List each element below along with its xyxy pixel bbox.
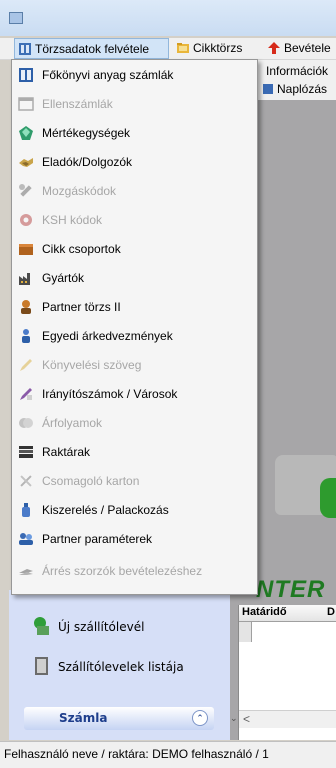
horizontal-scrollbar[interactable]: < bbox=[239, 710, 336, 728]
menu-item-kiszereles-palackozas[interactable]: Kiszerelés / Palackozás bbox=[12, 497, 257, 523]
status-text: Felhasználó neve / raktára: DEMO felhasz… bbox=[4, 747, 269, 761]
brand-logo-text: NTER bbox=[256, 576, 326, 602]
new-document-icon bbox=[34, 617, 49, 635]
nav-item-uj-szallitolevel[interactable]: Új szállítólevél bbox=[33, 612, 223, 642]
tools-icon bbox=[20, 475, 32, 487]
menu-item-mozgaskodok[interactable]: Mozgáskódok bbox=[12, 178, 257, 204]
status-bar: Felhasználó neve / raktára: DEMO felhasz… bbox=[0, 741, 336, 768]
pen-icon bbox=[20, 359, 32, 371]
menu-item-partner-parameterek[interactable]: Partner paraméterek bbox=[12, 526, 257, 552]
menu-item-fokonyvi-anyag-szamlak[interactable]: Főkönyvi anyag számlák bbox=[12, 62, 257, 88]
menu-item-label: Kiszerelés / Palackozás bbox=[42, 503, 169, 517]
person-icon bbox=[21, 300, 31, 314]
log-icon bbox=[263, 84, 273, 94]
menu-item-label: Gyártók bbox=[42, 271, 85, 285]
menu-item-label: Eladók/Dolgozók bbox=[42, 155, 133, 169]
column-header-d[interactable]: D bbox=[327, 606, 335, 618]
menu-item-label: Cikk csoportok bbox=[42, 242, 121, 256]
menu-label: Információk bbox=[266, 64, 329, 78]
menubar: Törzsadatok felvétele Cikktörzs Bevétele bbox=[0, 38, 336, 60]
menu-item-ellenszamlak[interactable]: Ellenszámlák bbox=[12, 91, 257, 117]
bottle-icon bbox=[22, 503, 30, 517]
menu-item-label: Mértékegységek bbox=[42, 126, 131, 140]
folder-icon bbox=[177, 43, 189, 53]
menu-item-label: Árrés szorzók bevételezéshez bbox=[42, 564, 203, 578]
gear-icon bbox=[20, 214, 32, 226]
menu-item-label: KSH kódok bbox=[42, 213, 103, 227]
nav-item-szallitolevelek-listaja[interactable]: Szállítólevelek listája bbox=[33, 652, 223, 682]
menu-item-arres-szorzok[interactable]: Árrés szorzók bevételezéshez bbox=[12, 558, 257, 584]
menu-label: Törzsadatok felvétele bbox=[35, 42, 150, 56]
window-icon bbox=[18, 97, 34, 111]
factory-icon bbox=[19, 273, 30, 285]
book-icon bbox=[19, 43, 31, 55]
menu-item-label: Főkönyvi anyag számlák bbox=[42, 68, 174, 82]
red-arrow-icon bbox=[268, 42, 280, 54]
menu-item-label: Mozgáskódok bbox=[42, 184, 117, 198]
menu-item-raktarak[interactable]: Raktárak bbox=[12, 439, 257, 465]
collapse-up-icon[interactable]: ⌃ bbox=[192, 710, 208, 726]
menu-bevetele[interactable]: Bevétele bbox=[264, 38, 336, 59]
nav-item-label: Szállítólevelek listája bbox=[58, 660, 184, 674]
people-icon bbox=[22, 329, 30, 343]
menu-item-label: Egyedi árkedvezmények bbox=[42, 329, 173, 343]
menu-item-label: Csomagoló karton bbox=[42, 474, 140, 488]
document-list-icon bbox=[35, 657, 48, 675]
puzzle-logo-piece-green bbox=[320, 478, 336, 518]
handshake-icon bbox=[19, 158, 33, 167]
box-icon bbox=[19, 244, 33, 255]
nav-item-label: Új szállítólevél bbox=[58, 620, 145, 634]
coins-icon bbox=[19, 418, 33, 428]
menu-item-label: Könyvelési szöveg bbox=[42, 358, 142, 372]
menu-item-arfolyamok[interactable]: Árfolyamok bbox=[12, 410, 257, 436]
wrench-icon bbox=[19, 184, 32, 197]
menu-item-cikk-csoportok[interactable]: Cikk csoportok bbox=[12, 236, 257, 262]
menu-item-label: Partner törzs II bbox=[42, 300, 121, 314]
left-nav-panel: Új szállítólevél Szállítólevelek listája… bbox=[9, 590, 230, 740]
secondary-toolbar: Információk Naplózás bbox=[255, 60, 336, 100]
menu-informaciok[interactable]: Információk bbox=[266, 64, 328, 78]
menu-item-eladok-dolgozok[interactable]: Eladók/Dolgozók bbox=[12, 149, 257, 175]
menu-item-partner-torzs-ii[interactable]: Partner törzs II bbox=[12, 294, 257, 320]
dropdown-torzsadatok: Főkönyvi anyag számlák Ellenszámlák Mért… bbox=[11, 59, 258, 595]
grid-header: Határidő D bbox=[239, 605, 336, 622]
window-titlebar bbox=[0, 0, 336, 36]
menu-item-label: Raktárak bbox=[42, 445, 91, 459]
menu-cikktorzs[interactable]: Cikktörzs bbox=[173, 38, 253, 59]
partners-icon bbox=[19, 533, 33, 545]
menu-naplozas[interactable]: Naplózás bbox=[263, 82, 328, 96]
menu-label: Naplózás bbox=[277, 82, 328, 96]
scroll-down-arrow[interactable]: ⌄ bbox=[230, 710, 239, 727]
menu-item-egyedi-arkedvezmenyek[interactable]: Egyedi árkedvezmények bbox=[12, 323, 257, 349]
menu-item-csomagolo-karton[interactable]: Csomagoló karton bbox=[12, 468, 257, 494]
row-selector[interactable] bbox=[239, 622, 252, 642]
signpost-icon bbox=[20, 388, 32, 400]
menu-item-konyvelesi-szoveg[interactable]: Könyvelési szöveg bbox=[12, 352, 257, 378]
warehouse-icon bbox=[19, 446, 33, 458]
menu-item-label: Árfolyamok bbox=[42, 416, 103, 430]
section-header-szamla[interactable]: Számla ⌃ bbox=[24, 707, 214, 730]
ledger-icon bbox=[19, 68, 33, 82]
gem-icon bbox=[19, 126, 33, 140]
column-header-hatarido[interactable]: Határidő bbox=[242, 606, 287, 618]
pliers-icon bbox=[19, 569, 33, 575]
menu-item-label: Partner paraméterek bbox=[42, 532, 153, 546]
app-icon bbox=[9, 12, 23, 24]
menu-item-iranyitoszamok-varosok[interactable]: Irányítószámok / Városok bbox=[12, 381, 257, 407]
menu-item-ksh-kodok[interactable]: KSH kódok bbox=[12, 207, 257, 233]
menu-item-label: Ellenszámlák bbox=[42, 97, 113, 111]
menu-label: Cikktörzs bbox=[193, 41, 243, 55]
section-title: Számla bbox=[59, 711, 108, 725]
menu-item-label: Irányítószámok / Városok bbox=[42, 387, 178, 401]
menu-item-gyartok[interactable]: Gyártók bbox=[12, 265, 257, 291]
menu-label: Bevétele bbox=[284, 41, 331, 55]
menu-torzsadatok-felvetele[interactable]: Törzsadatok felvétele bbox=[14, 38, 169, 59]
scroll-left-arrow[interactable]: < bbox=[243, 712, 250, 726]
menu-item-mertekegysegek[interactable]: Mértékegységek bbox=[12, 120, 257, 146]
